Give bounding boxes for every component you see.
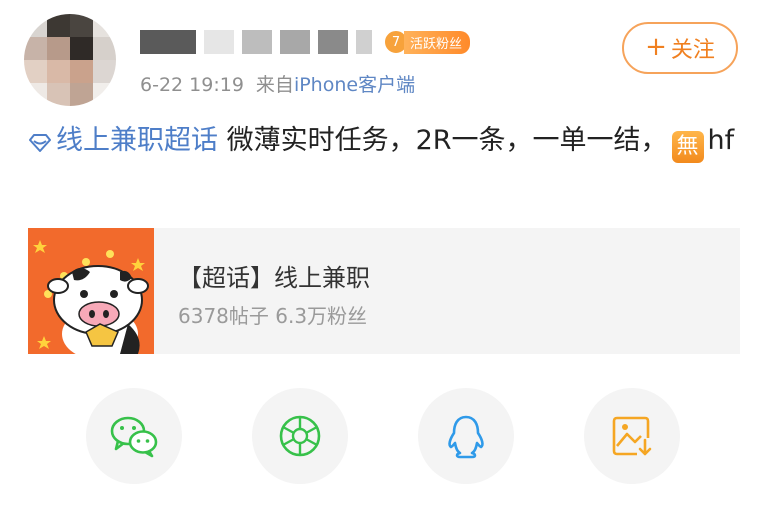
follow-button[interactable]: + 关注: [622, 22, 738, 74]
post-text: 微薄实时任务，2R一条，一单一结，: [218, 125, 668, 156]
topic-thumbnail-image: [28, 228, 154, 354]
post-meta: 6-22 19:19 来自iPhone客户端: [140, 70, 415, 97]
topic-link[interactable]: 线上兼职超话: [28, 125, 218, 156]
share-moments-button[interactable]: [252, 388, 348, 484]
post-content: 线上兼职超话 微薄实时任务，2R一条，一单一结，無 hf: [28, 118, 740, 164]
source-link[interactable]: iPhone客户端: [294, 74, 415, 96]
post-suffix: hf: [707, 125, 735, 156]
qq-icon: [448, 415, 484, 459]
share-qq-button[interactable]: [418, 388, 514, 484]
share-wechat-button[interactable]: [86, 388, 182, 484]
topic-card-stats: 6378帖子 6.3万粉丝: [178, 304, 368, 328]
post-time: 6-22 19:19: [140, 74, 244, 96]
plus-icon: +: [645, 32, 667, 62]
avatar[interactable]: [24, 14, 116, 106]
share-actions: [0, 388, 768, 488]
moments-icon: [279, 415, 321, 457]
topic-label: 线上兼职超话: [56, 125, 218, 156]
fan-level-badge: 7 活跃粉丝: [384, 30, 471, 54]
source-prefix: 来自: [255, 74, 294, 96]
topic-card-title: 【超话】线上兼职: [178, 264, 370, 292]
badge-label: 活跃粉丝: [404, 30, 471, 54]
save-image-button[interactable]: [584, 388, 680, 484]
super-topic-icon: [29, 134, 51, 152]
wechat-icon: [110, 416, 158, 458]
username-blurred[interactable]: [140, 30, 372, 54]
follow-label: 关注: [670, 38, 715, 63]
wu-emoji-icon: 無: [671, 131, 704, 163]
super-topic-card[interactable]: 【超话】线上兼职 6378帖子 6.3万粉丝: [28, 228, 740, 354]
save-image-icon: [612, 416, 652, 456]
